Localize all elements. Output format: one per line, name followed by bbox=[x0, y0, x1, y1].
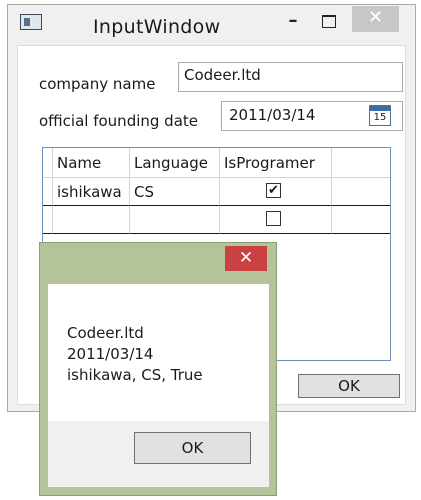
close-button[interactable]: ✕ bbox=[352, 6, 399, 32]
grid-cell-filler bbox=[332, 178, 390, 206]
grid-cell-language[interactable] bbox=[130, 206, 220, 234]
minimize-button[interactable]: – bbox=[278, 9, 308, 35]
grid-cell-name[interactable] bbox=[53, 206, 130, 234]
grid-cell-isprogramer[interactable] bbox=[220, 206, 332, 234]
maximize-icon bbox=[322, 15, 336, 28]
grid-cell-isprogramer[interactable]: ✔ bbox=[220, 178, 332, 206]
message-line-company: Codeer.ltd bbox=[67, 324, 144, 342]
calendar-day-number: 15 bbox=[373, 112, 387, 123]
column-header-filler bbox=[332, 148, 390, 178]
title-bar[interactable]: InputWindow – ✕ bbox=[8, 5, 415, 45]
window-title: InputWindow bbox=[93, 16, 221, 38]
row-header-corner bbox=[43, 148, 53, 178]
calendar-icon[interactable]: 15 bbox=[369, 105, 391, 126]
message-close-button[interactable]: ✕ bbox=[225, 246, 267, 271]
isprogramer-checkbox[interactable] bbox=[266, 211, 281, 226]
grid-cell-language[interactable]: CS bbox=[130, 178, 220, 206]
founding-date-label: official founding date bbox=[39, 112, 199, 130]
message-footer: OK bbox=[48, 421, 269, 487]
founding-date-value[interactable]: 2011/03/14 bbox=[229, 106, 315, 124]
column-header-isprogramer[interactable]: IsProgramer bbox=[220, 148, 332, 178]
message-line-date: 2011/03/14 bbox=[67, 345, 154, 363]
isprogramer-checkbox[interactable]: ✔ bbox=[266, 183, 281, 198]
message-body: Codeer.ltd 2011/03/14 ishikawa, CS, True bbox=[48, 284, 269, 421]
ok-button[interactable]: OK bbox=[298, 374, 400, 398]
row-header[interactable] bbox=[43, 178, 53, 206]
column-header-language[interactable]: Language bbox=[130, 148, 220, 178]
message-box: ✕ Codeer.ltd 2011/03/14 ishikawa, CS, Tr… bbox=[39, 242, 277, 496]
column-header-name[interactable]: Name bbox=[53, 148, 130, 178]
maximize-button[interactable] bbox=[314, 9, 344, 35]
row-header[interactable] bbox=[43, 206, 53, 234]
grid-cell-name[interactable]: ishikawa bbox=[53, 178, 130, 206]
company-name-input[interactable]: Codeer.ltd bbox=[178, 62, 403, 92]
message-text: Codeer.ltd 2011/03/14 ishikawa, CS, True bbox=[67, 323, 203, 386]
app-window-icon[interactable] bbox=[20, 14, 42, 30]
grid-cell-filler bbox=[332, 206, 390, 234]
founding-date-picker[interactable]: 2011/03/14 15 bbox=[221, 101, 403, 131]
company-name-label: company name bbox=[39, 75, 156, 93]
message-line-grid: ishikawa, CS, True bbox=[67, 366, 203, 384]
message-ok-button[interactable]: OK bbox=[134, 432, 251, 464]
